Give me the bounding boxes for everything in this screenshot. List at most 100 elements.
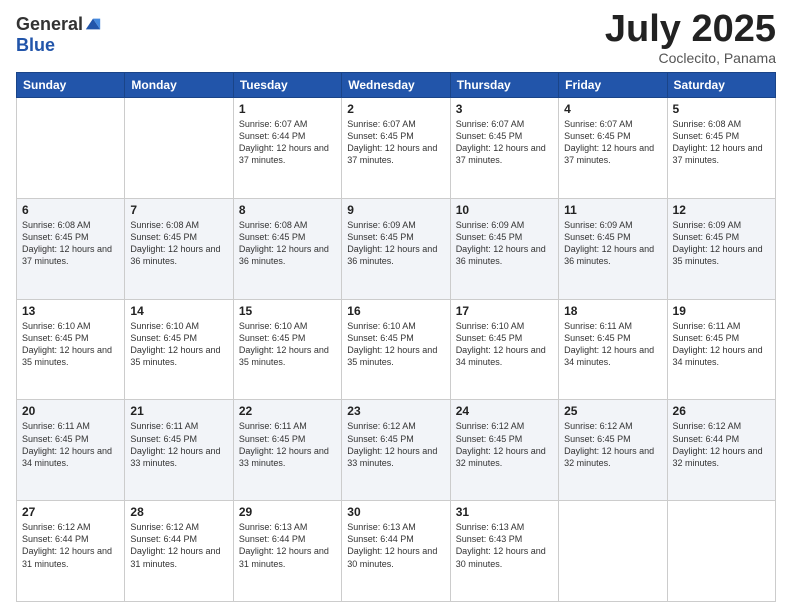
- calendar-cell: 5 Sunrise: 6:08 AM Sunset: 6:45 PM Daylig…: [667, 98, 775, 199]
- page: General Blue July 2025 Coclecito, Panama…: [0, 0, 792, 612]
- calendar-cell: 29 Sunrise: 6:13 AM Sunset: 6:44 PM Dayli…: [233, 501, 341, 602]
- calendar-week-1: 1 Sunrise: 6:07 AM Sunset: 6:44 PM Daylig…: [17, 98, 776, 199]
- calendar-cell: 25 Sunrise: 6:12 AM Sunset: 6:45 PM Dayli…: [559, 400, 667, 501]
- calendar-title: July 2025: [605, 10, 776, 48]
- calendar-cell: [667, 501, 775, 602]
- calendar-week-4: 20 Sunrise: 6:11 AM Sunset: 6:45 PM Dayli…: [17, 400, 776, 501]
- day-number: 27: [22, 505, 119, 519]
- day-number: 5: [673, 102, 770, 116]
- calendar-cell: 15 Sunrise: 6:10 AM Sunset: 6:45 PM Dayli…: [233, 299, 341, 400]
- calendar-week-3: 13 Sunrise: 6:10 AM Sunset: 6:45 PM Dayli…: [17, 299, 776, 400]
- day-info: Sunrise: 6:07 AM Sunset: 6:45 PM Dayligh…: [347, 118, 444, 167]
- day-number: 31: [456, 505, 553, 519]
- day-header-wednesday: Wednesday: [342, 73, 450, 98]
- calendar-cell: 14 Sunrise: 6:10 AM Sunset: 6:45 PM Dayli…: [125, 299, 233, 400]
- calendar-cell: 8Sunrise: 6:08 AM Sunset: 6:45 PM Daylig…: [233, 198, 341, 299]
- calendar-cell: 22 Sunrise: 6:11 AM Sunset: 6:45 PM Dayli…: [233, 400, 341, 501]
- day-info: Sunrise: 6:11 AM Sunset: 6:45 PM Dayligh…: [22, 420, 119, 469]
- day-info: Sunrise: 6:08 AM Sunset: 6:45 PM Dayligh…: [22, 219, 119, 268]
- day-info: Sunrise: 6:10 AM Sunset: 6:45 PM Dayligh…: [239, 320, 336, 369]
- day-number: 6: [22, 203, 119, 217]
- day-header-saturday: Saturday: [667, 73, 775, 98]
- day-number: 7: [130, 203, 227, 217]
- calendar-cell: 2 Sunrise: 6:07 AM Sunset: 6:45 PM Daylig…: [342, 98, 450, 199]
- calendar-location: Coclecito, Panama: [605, 50, 776, 66]
- calendar-cell: 10Sunrise: 6:09 AM Sunset: 6:45 PM Dayli…: [450, 198, 558, 299]
- day-info: Sunrise: 6:11 AM Sunset: 6:45 PM Dayligh…: [130, 420, 227, 469]
- day-number: 26: [673, 404, 770, 418]
- day-header-monday: Monday: [125, 73, 233, 98]
- calendar-cell: [125, 98, 233, 199]
- day-number: 24: [456, 404, 553, 418]
- calendar-cell: 6 Sunrise: 6:08 AM Sunset: 6:45 PM Daylig…: [17, 198, 125, 299]
- calendar-cell: 21 Sunrise: 6:11 AM Sunset: 6:45 PM Dayli…: [125, 400, 233, 501]
- calendar-cell: 13 Sunrise: 6:10 AM Sunset: 6:45 PM Dayli…: [17, 299, 125, 400]
- day-info: Sunrise: 6:12 AM Sunset: 6:44 PM Dayligh…: [130, 521, 227, 570]
- day-info: Sunrise: 6:12 AM Sunset: 6:44 PM Dayligh…: [673, 420, 770, 469]
- calendar-week-5: 27 Sunrise: 6:12 AM Sunset: 6:44 PM Dayli…: [17, 501, 776, 602]
- day-number: 25: [564, 404, 661, 418]
- calendar-cell: 24 Sunrise: 6:12 AM Sunset: 6:45 PM Dayli…: [450, 400, 558, 501]
- calendar-cell: 7 Sunrise: 6:08 AM Sunset: 6:45 PM Daylig…: [125, 198, 233, 299]
- day-header-thursday: Thursday: [450, 73, 558, 98]
- day-number: 16: [347, 304, 444, 318]
- calendar-cell: [17, 98, 125, 199]
- calendar-cell: 20 Sunrise: 6:11 AM Sunset: 6:45 PM Dayli…: [17, 400, 125, 501]
- calendar-week-2: 6 Sunrise: 6:08 AM Sunset: 6:45 PM Daylig…: [17, 198, 776, 299]
- day-number: 13: [22, 304, 119, 318]
- logo-general-text: General: [16, 14, 83, 35]
- header: General Blue July 2025 Coclecito, Panama: [16, 10, 776, 66]
- day-number: 11: [564, 203, 661, 217]
- calendar-cell: 18 Sunrise: 6:11 AM Sunset: 6:45 PM Dayli…: [559, 299, 667, 400]
- day-number: 2: [347, 102, 444, 116]
- day-info: Sunrise: 6:12 AM Sunset: 6:44 PM Dayligh…: [22, 521, 119, 570]
- day-info: Sunrise: 6:07 AM Sunset: 6:44 PM Dayligh…: [239, 118, 336, 167]
- day-info: Sunrise: 6:13 AM Sunset: 6:43 PM Dayligh…: [456, 521, 553, 570]
- day-number: 15: [239, 304, 336, 318]
- day-info: Sunrise: 6:10 AM Sunset: 6:45 PM Dayligh…: [347, 320, 444, 369]
- day-info: Sunrise: 6:13 AM Sunset: 6:44 PM Dayligh…: [239, 521, 336, 570]
- calendar-cell: 23Sunrise: 6:12 AM Sunset: 6:45 PM Dayli…: [342, 400, 450, 501]
- day-info: Sunrise: 6:10 AM Sunset: 6:45 PM Dayligh…: [456, 320, 553, 369]
- title-block: July 2025 Coclecito, Panama: [605, 10, 776, 66]
- day-number: 22: [239, 404, 336, 418]
- day-number: 18: [564, 304, 661, 318]
- calendar-cell: 9Sunrise: 6:09 AM Sunset: 6:45 PM Daylig…: [342, 198, 450, 299]
- day-number: 3: [456, 102, 553, 116]
- day-info: Sunrise: 6:08 AM Sunset: 6:45 PM Dayligh…: [673, 118, 770, 167]
- calendar-table: SundayMondayTuesdayWednesdayThursdayFrid…: [16, 72, 776, 602]
- day-info: Sunrise: 6:08 AM Sunset: 6:45 PM Dayligh…: [130, 219, 227, 268]
- day-header-tuesday: Tuesday: [233, 73, 341, 98]
- calendar-cell: 19 Sunrise: 6:11 AM Sunset: 6:45 PM Dayli…: [667, 299, 775, 400]
- logo-icon: [84, 15, 102, 33]
- calendar-cell: 11 Sunrise: 6:09 AM Sunset: 6:45 PM Dayli…: [559, 198, 667, 299]
- day-info: Sunrise: 6:09 AM Sunset: 6:45 PM Dayligh…: [564, 219, 661, 268]
- day-number: 1: [239, 102, 336, 116]
- calendar-cell: 27 Sunrise: 6:12 AM Sunset: 6:44 PM Dayli…: [17, 501, 125, 602]
- day-number: 20: [22, 404, 119, 418]
- day-number: 21: [130, 404, 227, 418]
- day-number: 14: [130, 304, 227, 318]
- day-info: Sunrise: 6:10 AM Sunset: 6:45 PM Dayligh…: [22, 320, 119, 369]
- day-info: Sunrise: 6:09 AM Sunset: 6:45 PM Dayligh…: [347, 219, 444, 268]
- day-number: 8: [239, 203, 336, 217]
- day-info: Sunrise: 6:11 AM Sunset: 6:45 PM Dayligh…: [673, 320, 770, 369]
- day-header-friday: Friday: [559, 73, 667, 98]
- day-number: 29: [239, 505, 336, 519]
- day-number: 17: [456, 304, 553, 318]
- day-info: Sunrise: 6:09 AM Sunset: 6:45 PM Dayligh…: [456, 219, 553, 268]
- day-number: 4: [564, 102, 661, 116]
- day-info: Sunrise: 6:12 AM Sunset: 6:45 PM Dayligh…: [347, 420, 444, 469]
- day-info: Sunrise: 6:12 AM Sunset: 6:45 PM Dayligh…: [564, 420, 661, 469]
- calendar-cell: [559, 501, 667, 602]
- logo-blue-text: Blue: [16, 35, 55, 56]
- calendar-cell: 30Sunrise: 6:13 AM Sunset: 6:44 PM Dayli…: [342, 501, 450, 602]
- calendar-header-row: SundayMondayTuesdayWednesdayThursdayFrid…: [17, 73, 776, 98]
- day-info: Sunrise: 6:11 AM Sunset: 6:45 PM Dayligh…: [564, 320, 661, 369]
- day-info: Sunrise: 6:10 AM Sunset: 6:45 PM Dayligh…: [130, 320, 227, 369]
- day-info: Sunrise: 6:11 AM Sunset: 6:45 PM Dayligh…: [239, 420, 336, 469]
- calendar-cell: 16 Sunrise: 6:10 AM Sunset: 6:45 PM Dayli…: [342, 299, 450, 400]
- day-header-sunday: Sunday: [17, 73, 125, 98]
- day-info: Sunrise: 6:12 AM Sunset: 6:45 PM Dayligh…: [456, 420, 553, 469]
- day-number: 19: [673, 304, 770, 318]
